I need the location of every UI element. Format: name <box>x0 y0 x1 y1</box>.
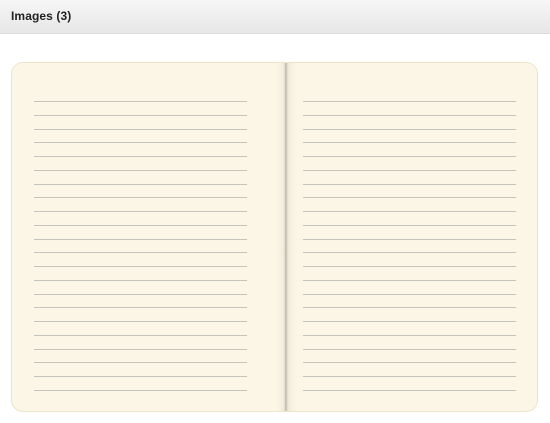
ruled-line <box>303 362 516 363</box>
header-bar: Images (3) <box>0 0 550 34</box>
ruled-line <box>34 335 247 336</box>
header-title: Images (3) <box>11 9 72 23</box>
ruled-line <box>303 307 516 308</box>
notebook-gutter <box>276 63 298 411</box>
ruled-line <box>303 197 516 198</box>
ruled-line <box>303 280 516 281</box>
ruled-line <box>303 349 516 350</box>
ruled-line <box>303 211 516 212</box>
ruled-line <box>303 142 516 143</box>
ruled-line <box>34 225 247 226</box>
ruled-line <box>34 156 247 157</box>
ruled-line <box>303 376 516 377</box>
ruled-line <box>34 252 247 253</box>
ruled-line <box>303 101 516 102</box>
ruled-line <box>303 170 516 171</box>
ruled-line <box>34 211 247 212</box>
ruled-line <box>34 239 247 240</box>
ruled-line <box>303 335 516 336</box>
ruled-line <box>303 156 516 157</box>
ruled-line <box>303 129 516 130</box>
ruled-line <box>303 225 516 226</box>
ruled-line <box>34 362 247 363</box>
ruled-line <box>303 266 516 267</box>
ruled-line <box>303 390 516 391</box>
ruled-line <box>303 115 516 116</box>
ruled-line <box>34 280 247 281</box>
ruled-line <box>303 252 516 253</box>
notebook-image <box>11 62 538 412</box>
ruled-line <box>34 170 247 171</box>
ruled-line <box>34 197 247 198</box>
ruled-line <box>34 376 247 377</box>
ruled-line <box>34 321 247 322</box>
ruled-line <box>34 307 247 308</box>
ruled-line <box>303 321 516 322</box>
ruled-line <box>34 349 247 350</box>
right-page <box>286 63 537 411</box>
ruled-line <box>34 115 247 116</box>
ruled-line <box>34 390 247 391</box>
ruled-line <box>34 294 247 295</box>
left-page <box>12 63 284 411</box>
ruled-line <box>34 184 247 185</box>
ruled-line <box>34 101 247 102</box>
ruled-line <box>303 239 516 240</box>
ruled-line <box>303 294 516 295</box>
ruled-line <box>303 184 516 185</box>
ruled-line <box>34 142 247 143</box>
ruled-line <box>34 129 247 130</box>
ruled-line <box>34 266 247 267</box>
